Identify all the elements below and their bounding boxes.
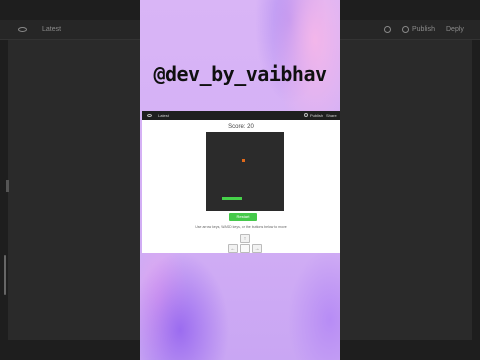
refresh-icon [384,26,391,33]
app-toolbar: Latest Publish Share [142,111,340,120]
snake-body [222,197,242,200]
app-tab-label[interactable]: Latest [158,112,169,119]
left-button[interactable]: ← [228,244,238,253]
creator-watermark: @dev_by_vaibhav [153,62,327,86]
app-publish-button[interactable]: Publish [310,112,323,119]
restart-button[interactable]: Restart [229,213,257,221]
food-pellet [242,159,245,162]
background-resize-handle [6,180,9,192]
video-column: @dev_by_vaibhav Latest Publish Share Sco… [140,0,340,360]
app-preview: Latest Publish Share Score: 20 Restart U… [142,111,340,253]
preview-eye-icon [18,27,27,32]
app-publish-icon [304,113,308,117]
background-scrollbar [4,255,6,295]
game-canvas[interactable] [206,132,284,211]
publish-icon [402,26,409,33]
background-tab-label: Latest [42,26,62,33]
background-right-panel [340,40,472,340]
up-button[interactable]: ↑ [240,234,250,243]
down-button[interactable] [240,244,250,253]
background-publish-label: Publish [412,26,435,33]
right-button[interactable]: → [252,244,262,253]
app-eye-icon [147,114,152,117]
app-share-button[interactable]: Share [326,112,337,119]
background-left-panel [8,40,140,340]
background-deploy-label: Deply [446,26,464,33]
instructions-text: Use arrow keys, WASD keys, or the button… [195,225,287,229]
score-display: Score: 20 [228,124,254,130]
